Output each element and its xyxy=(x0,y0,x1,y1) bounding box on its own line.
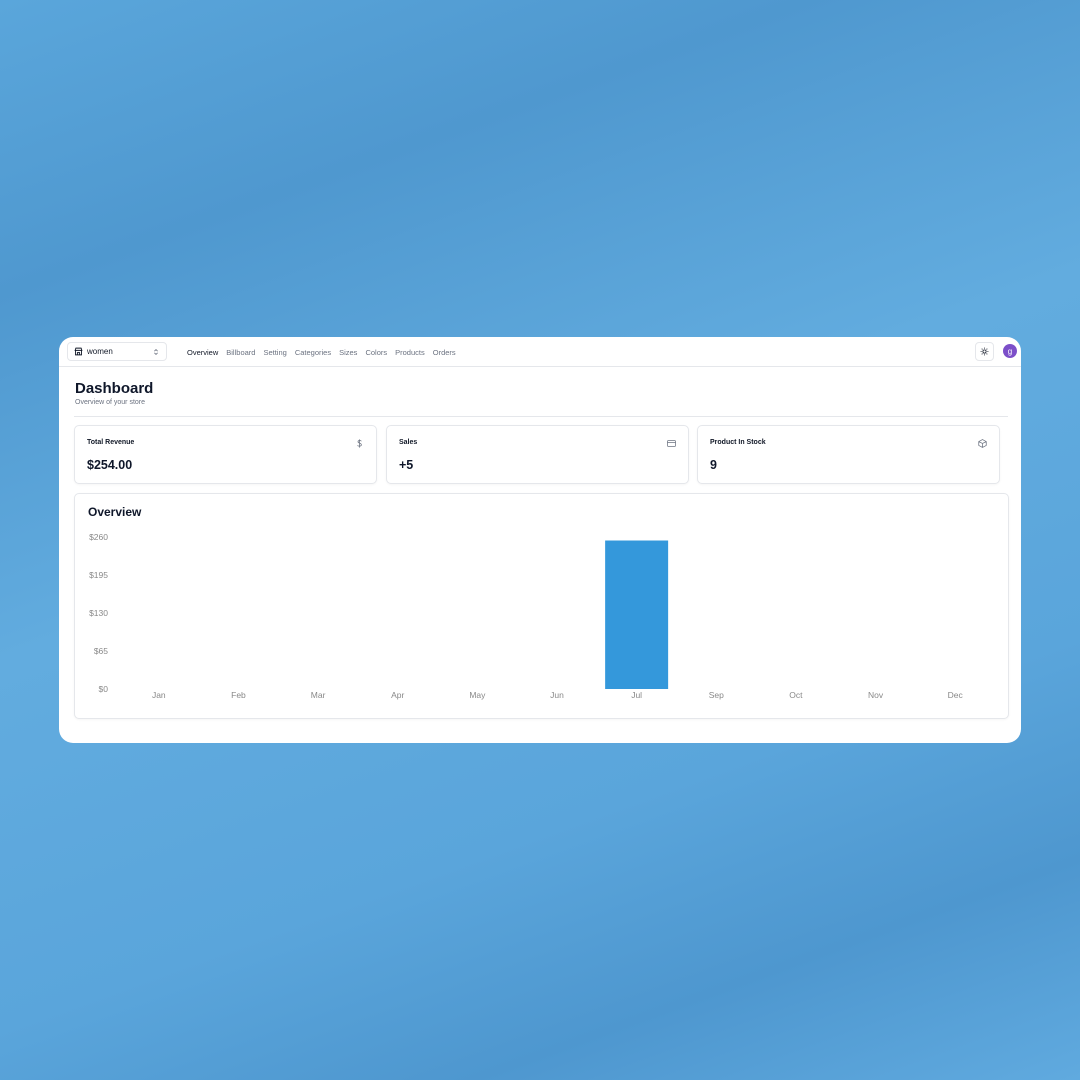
x-tick-label: Mar xyxy=(311,690,326,700)
x-tick-label: Jun xyxy=(550,690,564,700)
y-tick-label: $195 xyxy=(89,570,108,580)
stat-card-product-in-stock: Product In Stock 9 xyxy=(697,425,1000,484)
sun-icon xyxy=(980,347,989,356)
y-tick-label: $65 xyxy=(94,646,108,656)
credit-card-icon xyxy=(667,439,676,448)
nav-link-products[interactable]: Products xyxy=(395,348,425,357)
store-name: women xyxy=(87,347,113,356)
x-tick-label: Apr xyxy=(391,690,404,700)
x-tick-label: Oct xyxy=(789,690,803,700)
stat-value: +5 xyxy=(399,458,414,472)
x-tick-label: Dec xyxy=(948,690,964,700)
overview-card: Overview $0 $65 $130 $195 $260 Jan Feb Mar Apr Ma… xyxy=(74,493,1009,719)
overview-bar-chart: $0 $65 $130 $195 $260 Jan Feb Mar Apr May Jun Jul Se… xyxy=(89,532,964,700)
y-tick-label: $0 xyxy=(99,684,109,694)
stat-value: $254.00 xyxy=(87,458,133,472)
app-window: women Overview Billboard Setting Categor… xyxy=(59,337,1021,743)
stat-label: Product In Stock xyxy=(710,439,766,446)
dollar-icon xyxy=(355,439,364,448)
nav-link-overview[interactable]: Overview xyxy=(187,348,218,357)
user-avatar[interactable]: g xyxy=(1003,344,1017,358)
stat-label: Total Revenue xyxy=(87,439,135,446)
header-divider xyxy=(74,416,1008,417)
nav-link-orders[interactable]: Orders xyxy=(433,348,456,357)
x-tick-label: May xyxy=(469,690,486,700)
x-tick-label: Sep xyxy=(709,690,724,700)
stat-card-sales: Sales +5 xyxy=(386,425,689,484)
nav-link-colors[interactable]: Colors xyxy=(365,348,387,357)
x-tick-label: Feb xyxy=(231,690,246,700)
package-icon xyxy=(978,439,987,448)
store-switcher[interactable]: women xyxy=(67,342,167,361)
store-icon xyxy=(74,347,83,356)
main-nav: Overview Billboard Setting Categories Si… xyxy=(187,337,456,367)
page-title: Dashboard xyxy=(75,380,154,397)
stat-label: Sales xyxy=(399,439,418,446)
nav-link-categories[interactable]: Categories xyxy=(295,348,331,357)
x-tick-label: Nov xyxy=(868,690,884,700)
page-subtitle: Overview of your store xyxy=(75,399,146,406)
x-tick-label: Jan xyxy=(152,690,166,700)
stat-card-total-revenue: Total Revenue $254.00 xyxy=(74,425,377,484)
x-tick-label: Jul xyxy=(631,690,642,700)
nav-link-setting[interactable]: Setting xyxy=(263,348,286,357)
y-tick-label: $260 xyxy=(89,532,108,542)
chevrons-up-down-icon xyxy=(152,348,160,356)
top-navbar: women Overview Billboard Setting Categor… xyxy=(59,337,1021,367)
theme-toggle-button[interactable] xyxy=(975,342,994,361)
nav-link-sizes[interactable]: Sizes xyxy=(339,348,357,357)
nav-link-billboard[interactable]: Billboard xyxy=(226,348,255,357)
bar-jul xyxy=(605,540,669,689)
stat-value: 9 xyxy=(710,458,717,472)
y-tick-label: $130 xyxy=(89,608,108,618)
